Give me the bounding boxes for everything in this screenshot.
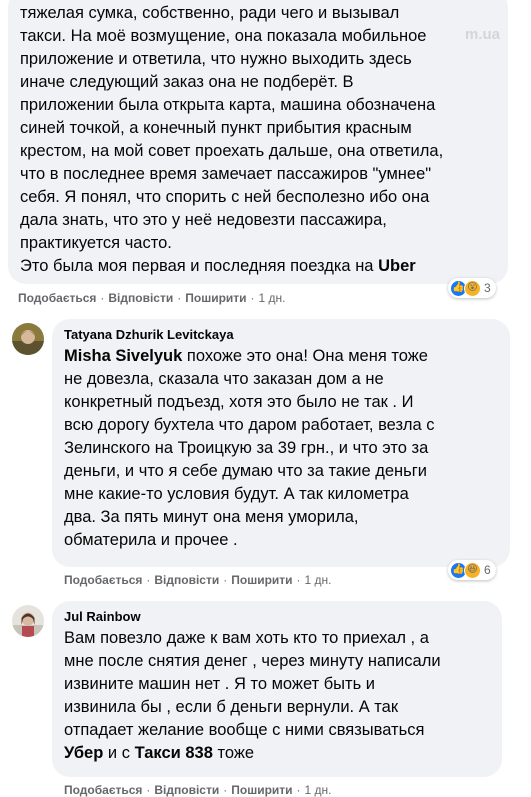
reactions-1[interactable]: 👍 😮 3 [448,278,496,298]
comment-3-last-line: Убер и с Такси 838 тоже [64,742,502,765]
comment-3-line: Вам повезло даже к вам хоть кто то приех… [64,629,429,647]
watermark: m.ua [464,26,500,43]
comment-1-last-line: Это была моя первая и последняя поездка … [20,255,508,278]
comment-bubble-2: Tatyana Dzhurik Levitckaya Misha Sivelyu… [52,319,510,567]
comment-1-actions: Подобається · Відповісти · Поширити · 1 дн. [18,291,286,305]
reactions-2[interactable]: 👍 😆 6 [448,560,496,580]
share-button[interactable]: Поширити [231,573,292,587]
comment-2-actions: Подобається · Відповісти · Поширити · 1 дн. [64,573,332,587]
comment-3-mid: и с [107,744,130,762]
comment-1-line: что в последнее время замечает пассажиро… [20,165,432,183]
reaction-count: 3 [484,281,491,295]
comment-2-line: всю дорогу бухтела что даром работает, в… [64,416,435,434]
comment-author[interactable]: Tatyana Dzhurik Levitckaya [64,327,510,343]
comment-2-line: Зелинского на Троицкую за 39 грн., и что… [64,439,429,457]
taxi-838-mention[interactable]: Такси 838 [135,744,213,762]
avatar-image [12,323,44,355]
comment-2-line: не довезла, сказала что заказан дом а не [64,370,384,388]
comment-3-line: извините машин нет . Я то может быть и [64,675,375,693]
comment-1-line: такси. На моё возмущение, она показала м… [20,27,427,45]
mention-link[interactable]: Misha Sivelyuk [64,347,182,365]
comment-3-line: отпадает желание вообще с ними связывать… [64,721,425,739]
comment-1-line: приложение и ответила, что нужно выходит… [20,50,412,68]
comment-bubble-1: тяжелая сумка, собственно, ради чего и в… [8,0,508,284]
comment-3-line: мне после снятия денег , через минуту на… [64,652,441,670]
uber-mention[interactable]: Убер [64,744,103,762]
comment-2-first-line: Misha Sivelyuk похоже это она! Она меня … [64,345,510,368]
comment-1-text: тяжелая сумка, собственно, ради чего и в… [20,2,508,278]
avatar-image [12,605,44,637]
share-button[interactable]: Поширити [231,783,292,797]
comment-1-line: дала знать, что это у неё недовезти пасс… [20,211,387,229]
like-button[interactable]: Подобається [64,783,142,797]
comment-1-line: приложении была открыта карта, машина об… [20,96,436,114]
comment-time[interactable]: 1 дн. [259,291,286,305]
comment-2-line: конкретный подъезд, хотя это было не так… [64,393,414,411]
comment-bubble-3: Jul Rainbow Вам повезло даже к вам хоть … [52,601,502,777]
reply-button[interactable]: Відповісти [154,573,219,587]
comment-3-actions: Подобається · Відповісти · Поширити · 1 дн. [64,783,332,797]
avatar-tatyana[interactable] [12,323,44,355]
avatar-jul[interactable] [12,605,44,637]
comment-3-line: извинила бы , если б деньги вернули. А т… [64,698,399,716]
haha-reaction-icon: 😆 [464,561,481,579]
comment-2-line: два. За пять минут она меня уморила, [64,508,359,526]
comment-2-line: мне какие-то условия будут. А так киломе… [64,485,409,503]
comment-2-line: обматерила и прочее . [64,531,238,549]
comment-time[interactable]: 1 дн. [305,783,332,797]
comment-2-line: деньги, и что я себе думаю что за такие … [64,462,427,480]
comment-2-text: Misha Sivelyuk похоже это она! Она меня … [64,345,510,552]
uber-link[interactable]: Uber [378,257,416,275]
comment-1-line: практикуется часто. [20,234,172,252]
like-button[interactable]: Подобається [64,573,142,587]
reply-button[interactable]: Відповісти [108,291,173,305]
comment-3-text: Вам повезло даже к вам хоть кто то приех… [64,627,502,765]
comment-1-last-text: Это была моя первая и последняя поездка … [20,257,374,275]
comment-2-line-rest: похоже это она! Она меня тоже [186,347,428,365]
wow-reaction-icon: 😮 [464,279,481,297]
comment-1-line: иначе следующий заказ она не подберёт. В [20,73,354,91]
like-button[interactable]: Подобається [18,291,96,305]
comment-3-end: тоже [217,744,255,762]
reaction-count: 6 [484,563,491,577]
reply-button[interactable]: Відповісти [154,783,219,797]
comment-author[interactable]: Jul Rainbow [64,609,502,625]
comment-1-line: тяжелая сумка, собственно, ради чего и в… [20,4,400,22]
comment-time[interactable]: 1 дн. [305,573,332,587]
share-button[interactable]: Поширити [185,291,246,305]
comment-1-line: синей точкой, а конечный пункт прибытия … [20,119,412,137]
comment-1-line: крестом, на мой совет проехать дальше, о… [20,142,444,160]
comment-1-line: себя. Я понял, что спорить с ней бесполе… [20,188,430,206]
